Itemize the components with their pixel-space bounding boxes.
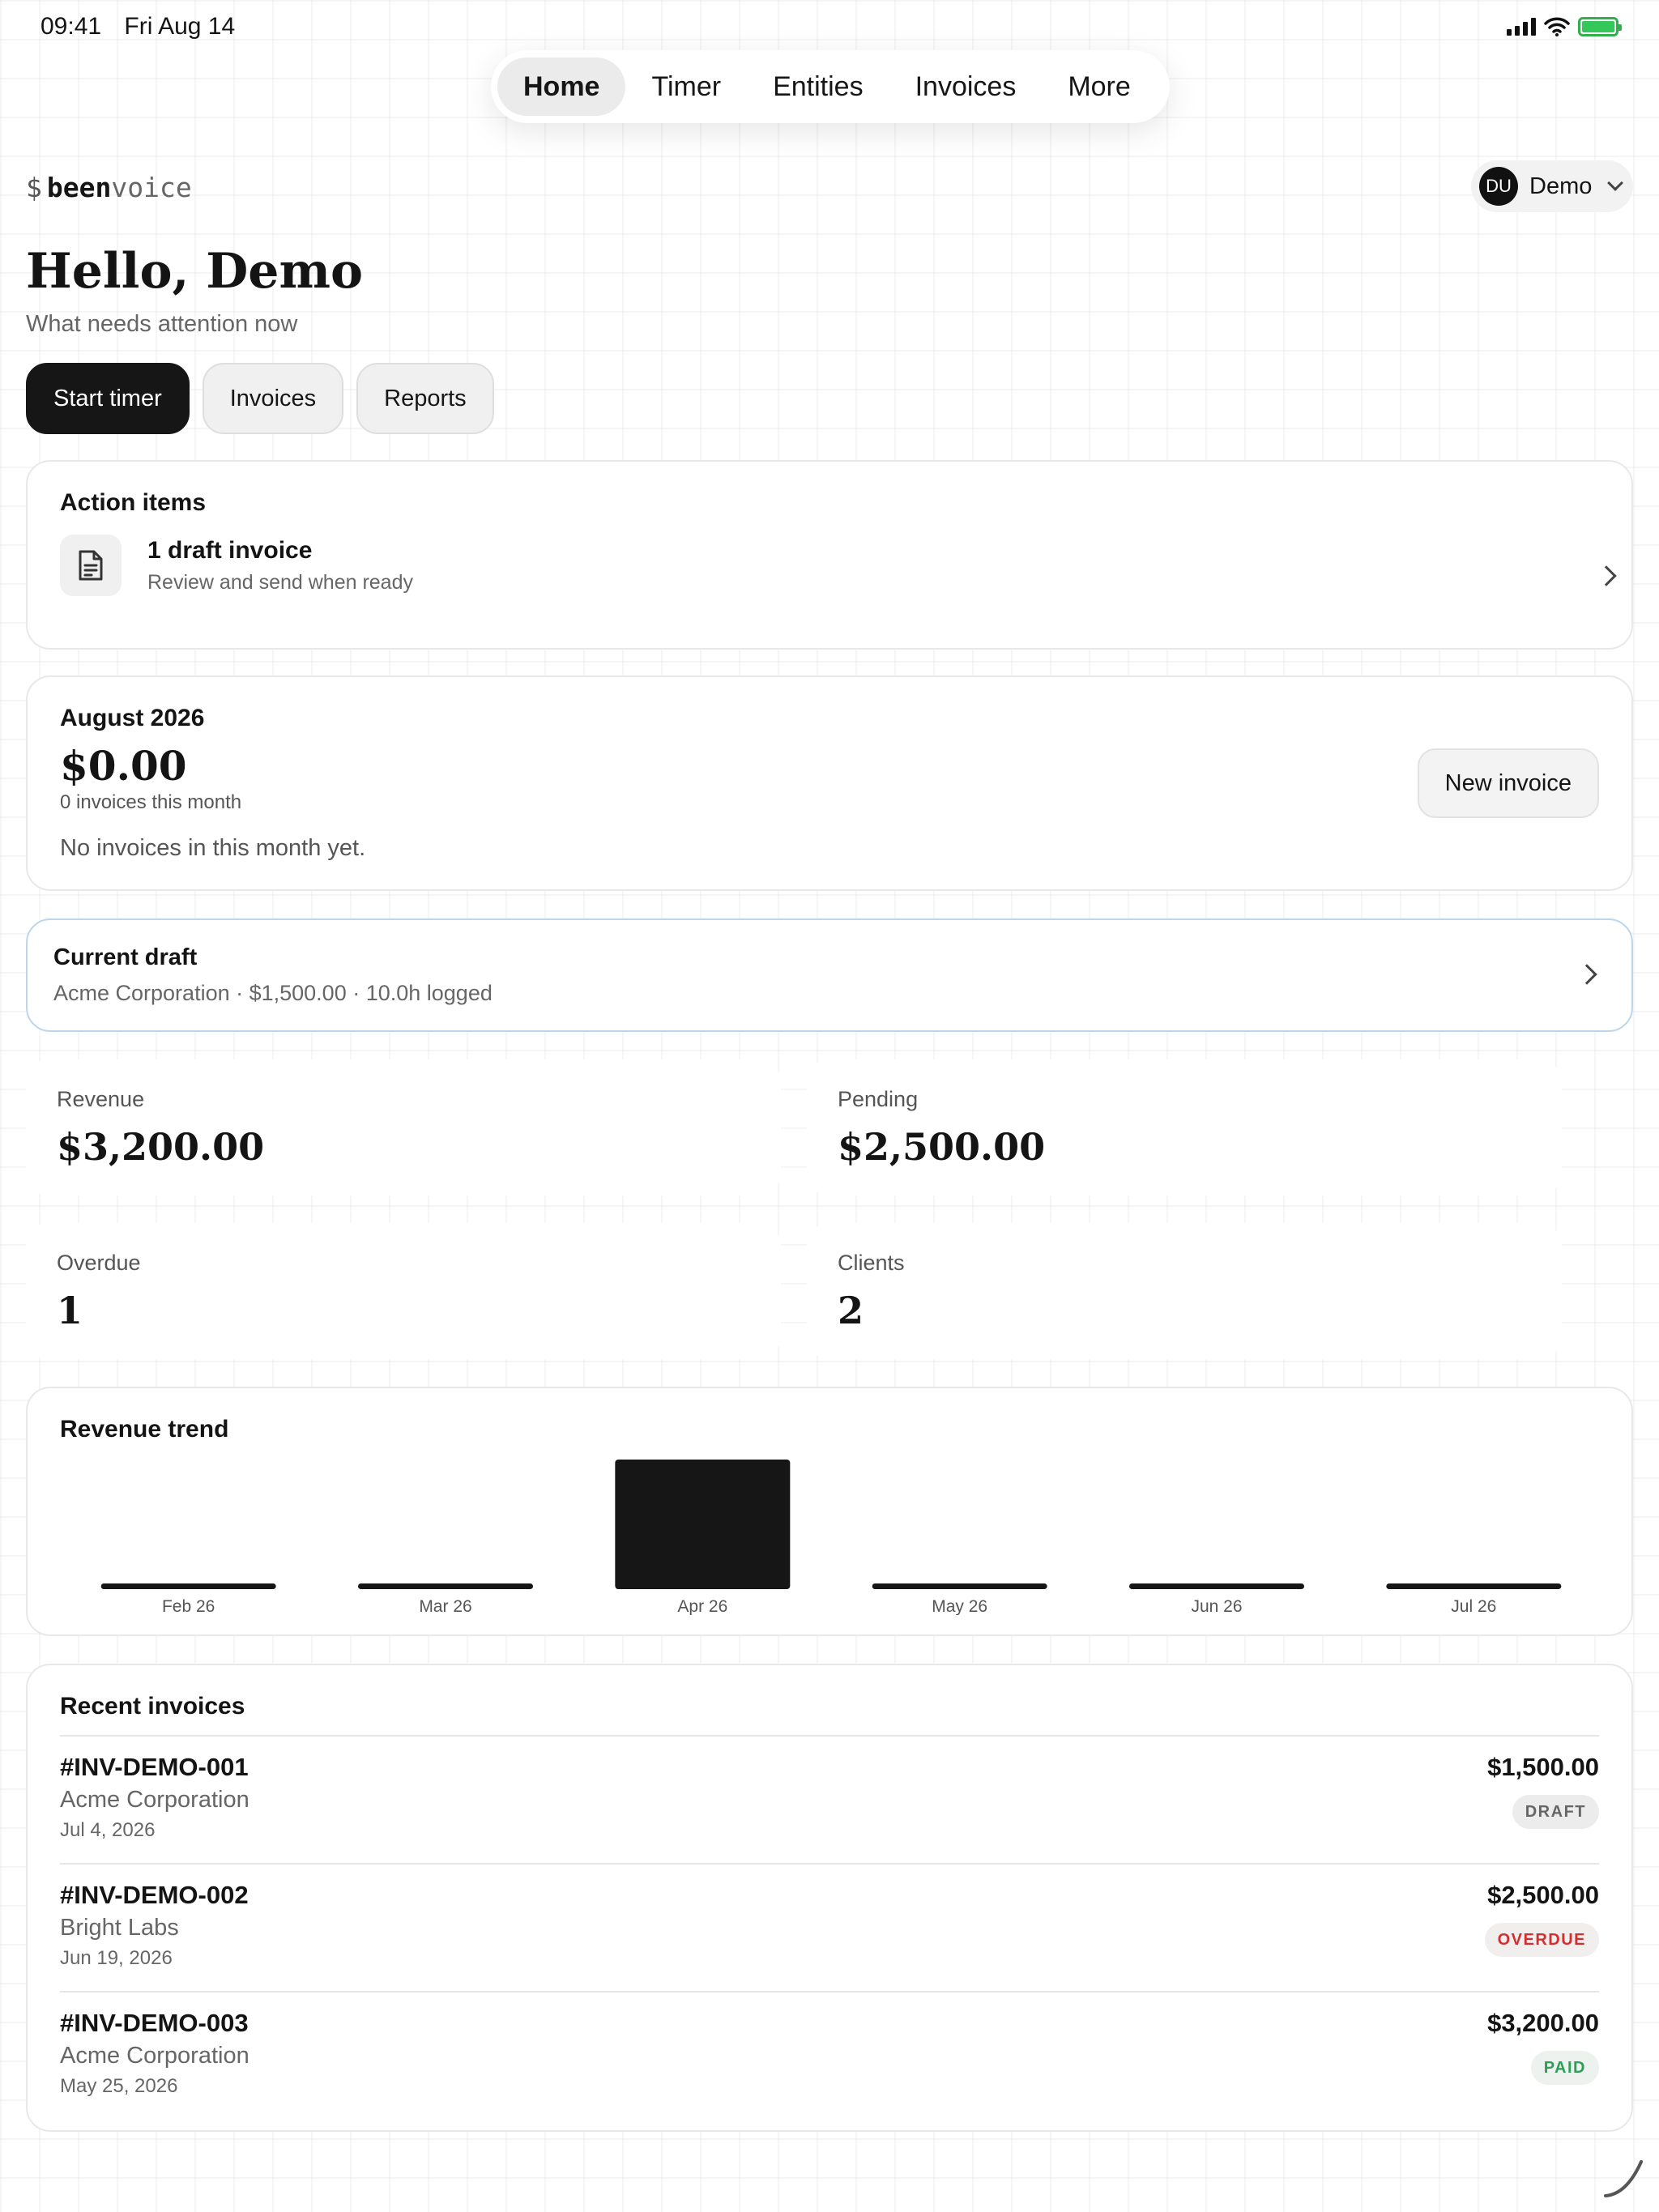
chart-bar [358,1583,533,1589]
wifi-icon [1544,17,1570,36]
invoice-amount: $2,500.00 [1487,1881,1599,1909]
invoice-row[interactable]: #INV-DEMO-003 Acme Corporation May 25, 2… [60,1991,1599,2119]
reports-button[interactable]: Reports [356,363,494,434]
stat-clients: Clients 2 [807,1223,1562,1359]
stat-value: $2,500.00 [838,1125,1046,1169]
resize-handle-icon[interactable] [1602,2157,1644,2199]
revenue-trend-chart: Feb 26 Mar 26 Apr 26 May 26 Jun 26 Jul 26 [100,1460,1562,1615]
chart-tick-label: Jun 26 [1191,1597,1242,1615]
nav-invoices[interactable]: Invoices [889,58,1043,116]
cellular-signal-icon [1507,18,1536,36]
action-item-subtitle: Review and send when ready [147,570,413,594]
chart-tick-label: Mar 26 [419,1597,471,1615]
month-amount: $0.00 [60,742,187,790]
current-draft-title: Current draft [53,944,198,970]
invoice-row[interactable]: #INV-DEMO-001 Acme Corporation Jul 4, 20… [60,1735,1599,1863]
revenue-trend-title: Revenue trend [60,1416,229,1443]
action-item-draft-invoice[interactable]: 1 draft invoice Review and send when rea… [60,535,1599,596]
nav-entities[interactable]: Entities [747,58,889,116]
chart-tick-label: May 26 [932,1597,987,1615]
chart-bar [1386,1583,1562,1589]
brand-logo[interactable]: $ beenvoice [26,172,192,203]
page-title: Hello, Demo [26,243,363,300]
status-bar: 09:41 Fri Aug 14 [41,13,1622,40]
logo-light: voice [111,172,192,203]
recent-invoices-title: Recent invoices [60,1693,245,1720]
action-items-title: Action items [60,489,207,516]
invoice-client: Acme Corporation [60,2043,249,2069]
action-item-title: 1 draft invoice [147,536,313,564]
chevron-down-icon [1607,175,1624,191]
stat-label: Revenue [57,1087,145,1111]
user-name: Demo [1529,173,1593,199]
recent-invoices-card: Recent invoices #INV-DEMO-001 Acme Corpo… [26,1664,1633,2132]
stat-value: 1 [57,1289,83,1332]
nav-more[interactable]: More [1042,58,1156,116]
status-badge: PAID [1530,2051,1599,2085]
chart-bar [1129,1583,1304,1589]
logo-bold: been [46,172,112,203]
month-title: August 2026 [60,705,205,731]
page-subtitle: What needs attention now [26,311,298,337]
invoice-date: Jul 4, 2026 [60,1819,156,1841]
stat-label: Overdue [57,1251,141,1275]
action-items-card: Action items 1 draft invoice Review and … [26,460,1633,650]
month-summary-card: August 2026 $0.00 0 invoices this month … [26,676,1633,891]
invoice-client: Bright Labs [60,1915,179,1941]
invoice-id: #INV-DEMO-002 [60,1881,249,1909]
invoice-id: #INV-DEMO-003 [60,2009,249,2037]
stat-value: $3,200.00 [57,1125,265,1169]
month-empty-state: No invoices in this month yet. [60,835,366,861]
top-nav: Home Timer Entities Invoices More [491,50,1170,123]
month-invoice-count: 0 invoices this month [60,791,242,813]
status-right [1507,17,1622,36]
invoice-client: Acme Corporation [60,1787,249,1813]
stat-label: Clients [838,1251,905,1275]
invoice-row[interactable]: #INV-DEMO-002 Bright Labs Jun 19, 2026 $… [60,1863,1599,1991]
stat-pending: Pending $2,500.00 [807,1059,1562,1196]
status-time: 09:41 [41,13,102,40]
stat-overdue: Overdue 1 [26,1223,781,1359]
nav-home[interactable]: Home [497,58,626,116]
user-menu[interactable]: DU Demo [1471,160,1633,212]
invoice-id: #INV-DEMO-001 [60,1753,249,1781]
chart-bar [615,1460,791,1589]
chart-bar [872,1583,1047,1589]
invoice-amount: $3,200.00 [1487,2009,1599,2037]
invoice-amount: $1,500.00 [1487,1753,1599,1781]
new-invoice-button[interactable]: New invoice [1417,748,1599,818]
stat-label: Pending [838,1087,919,1111]
status-badge: DRAFT [1512,1795,1599,1829]
status-left: 09:41 Fri Aug 14 [41,13,251,40]
status-badge: OVERDUE [1484,1923,1599,1957]
chart-bar [100,1583,276,1589]
current-draft-card[interactable]: Current draft Acme Corporation · $1,500.… [26,918,1633,1032]
chart-tick-label: Feb 26 [162,1597,215,1615]
action-item-text: 1 draft invoice Review and send when rea… [147,537,413,595]
stat-revenue: Revenue $3,200.00 [26,1059,781,1196]
stat-value: 2 [838,1289,864,1332]
nav-timer[interactable]: Timer [625,58,747,116]
chart-tick-label: Apr 26 [677,1597,727,1615]
status-date: Fri Aug 14 [124,13,236,40]
invoice-date: May 25, 2026 [60,2075,178,2097]
logo-symbol: $ [26,172,42,203]
avatar: DU [1479,167,1518,206]
current-draft-details: Acme Corporation · $1,500.00 · 10.0h log… [53,981,493,1005]
invoices-button[interactable]: Invoices [202,363,344,434]
chart-tick-label: Jul 26 [1451,1597,1496,1615]
quick-actions: Start timer Invoices Reports [26,363,494,434]
battery-icon [1578,17,1622,36]
document-icon [60,535,122,596]
start-timer-button[interactable]: Start timer [26,363,190,434]
invoice-date: Jun 19, 2026 [60,1947,173,1969]
revenue-trend-card: Revenue trend Feb 26 Mar 26 Apr 26 May 26 Ju… [26,1387,1633,1636]
